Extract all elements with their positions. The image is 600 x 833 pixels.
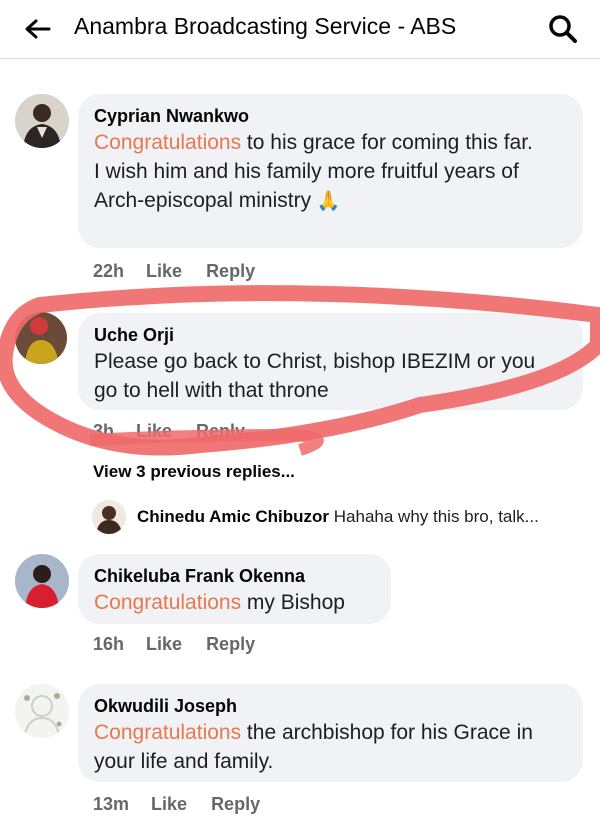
comment-bubble: Okwudili Joseph Congratulations the arch… <box>78 684 583 782</box>
like-button[interactable]: Like <box>146 261 182 281</box>
page-title: Anambra Broadcasting Service - ABS <box>74 13 457 39</box>
avatar[interactable] <box>15 684 69 738</box>
comment-text: Congratulations to his grace for coming … <box>94 131 533 212</box>
comment-author[interactable]: Okwudili Joseph <box>94 694 567 718</box>
comment-bubble: Uche Orji Please go back to Christ, bish… <box>78 313 583 410</box>
highlighted-word[interactable]: Congratulations <box>94 721 241 744</box>
top-bar: Anambra Broadcasting Service - ABS <box>0 0 600 59</box>
avatar[interactable] <box>15 94 69 148</box>
comment-actions: 13m Like Reply <box>93 794 260 815</box>
highlighted-word[interactable]: Congratulations <box>94 131 241 154</box>
comment-author[interactable]: Cyprian Nwankwo <box>94 104 567 128</box>
search-icon[interactable] <box>546 12 580 46</box>
reply-preview[interactable]: Chinedu Amic Chibuzor Hahaha why this br… <box>137 507 539 527</box>
avatar[interactable] <box>15 312 67 364</box>
reply-author[interactable]: Chinedu Amic Chibuzor <box>137 507 329 526</box>
like-button[interactable]: Like <box>136 421 172 441</box>
avatar[interactable] <box>15 554 69 608</box>
comment-author[interactable]: Uche Orji <box>94 323 567 347</box>
avatar[interactable] <box>92 500 126 534</box>
comment-time[interactable]: 22h <box>93 261 124 281</box>
comment-text: Congratulations my Bishop <box>94 591 345 614</box>
reply-button[interactable]: Reply <box>206 634 255 654</box>
comment-text: Please go back to Christ, bishop IBEZIM … <box>94 350 536 402</box>
arrow-left-icon[interactable] <box>22 14 52 44</box>
comment-time[interactable]: 13m <box>93 794 129 814</box>
reply-text: Hahaha why this bro, talk... <box>333 507 539 526</box>
comment-bubble: Cyprian Nwankwo Congratulations to his g… <box>78 94 583 248</box>
comment-author[interactable]: Chikeluba Frank Okenna <box>94 564 375 588</box>
highlighted-word[interactable]: Congratulations <box>94 591 241 614</box>
reply-button[interactable]: Reply <box>196 421 245 441</box>
comment-actions: 3h Like Reply <box>93 421 245 442</box>
praying-hands-emoji: 🙏 <box>316 191 341 212</box>
comment-bubble: Chikeluba Frank Okenna Congratulations m… <box>78 554 391 624</box>
view-previous-replies-link[interactable]: View 3 previous replies... <box>93 462 295 482</box>
comment-text: Congratulations the archbishop for his G… <box>94 721 533 773</box>
reply-button[interactable]: Reply <box>211 794 260 814</box>
reply-button[interactable]: Reply <box>206 261 255 281</box>
like-button[interactable]: Like <box>146 634 182 654</box>
comment-time[interactable]: 16h <box>93 634 124 654</box>
comment-actions: 22h Like Reply <box>93 261 255 282</box>
like-button[interactable]: Like <box>151 794 187 814</box>
comment-actions: 16h Like Reply <box>93 634 255 655</box>
comment-time[interactable]: 3h <box>93 421 114 441</box>
